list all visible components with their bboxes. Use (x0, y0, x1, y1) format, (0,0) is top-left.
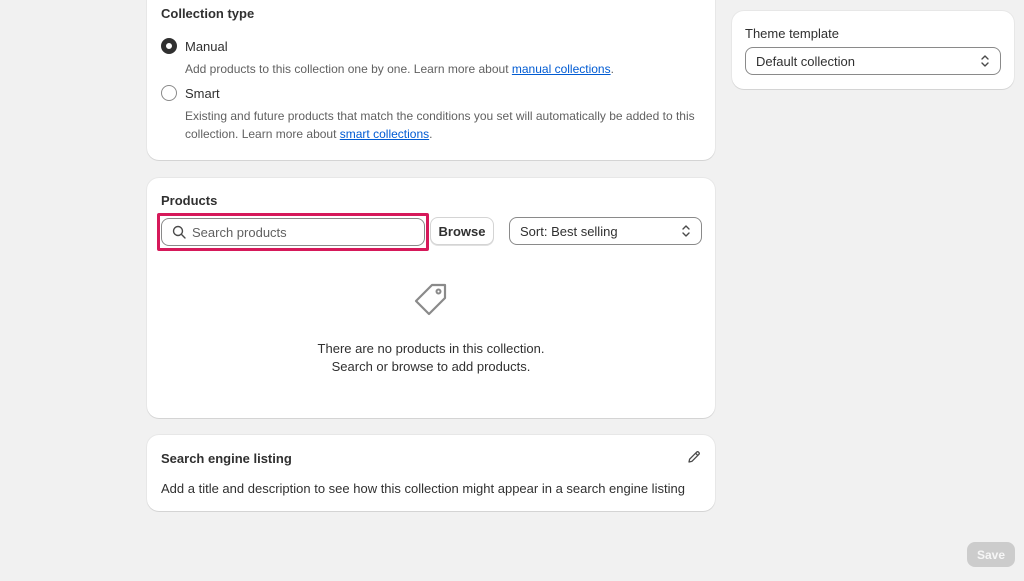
search-products-box[interactable] (161, 218, 425, 246)
smart-help-text: Existing and future products that match … (185, 107, 705, 143)
manual-help-prefix: Add products to this collection one by o… (185, 62, 512, 76)
tag-icon (414, 283, 447, 316)
search-engine-listing-card: Search engine listing Add a title and de… (147, 435, 715, 511)
pencil-icon[interactable] (687, 450, 701, 464)
theme-template-card: Theme template Default collection (732, 11, 1014, 89)
browse-button[interactable]: Browse (430, 217, 494, 245)
smart-help-suffix: . (429, 127, 433, 141)
seo-title: Search engine listing (161, 451, 292, 466)
sort-select[interactable]: Sort: Best selling (509, 217, 702, 245)
collection-type-title: Collection type (161, 6, 255, 21)
search-icon (172, 225, 186, 239)
radio-smart[interactable]: Smart (161, 85, 220, 101)
radio-manual[interactable]: Manual (161, 38, 228, 54)
radio-smart-label[interactable]: Smart (185, 86, 220, 101)
manual-help-suffix: . (610, 62, 614, 76)
save-button[interactable]: Save (967, 542, 1015, 567)
search-products-input[interactable] (192, 224, 412, 240)
empty-state-line2: Search or browse to add products. (331, 359, 531, 374)
smart-collections-link[interactable]: smart collections (340, 127, 429, 141)
radio-manual-label[interactable]: Manual (185, 39, 228, 54)
manual-collections-link[interactable]: manual collections (512, 62, 611, 76)
smart-help-prefix: Existing and future products that match … (185, 109, 695, 141)
empty-state-line1: There are no products in this collection… (317, 341, 545, 356)
theme-template-title: Theme template (745, 26, 839, 41)
products-title: Products (161, 193, 218, 208)
chevron-up-down-icon (682, 225, 690, 237)
sort-select-value: Sort: Best selling (520, 223, 618, 239)
chevron-up-down-icon (981, 55, 989, 67)
collection-type-card: Collection type Manual Add products to t… (147, 0, 715, 160)
theme-template-value: Default collection (756, 53, 855, 69)
seo-description: Add a title and description to see how t… (161, 481, 685, 496)
manual-help-text: Add products to this collection one by o… (185, 60, 705, 78)
products-card: Products Browse Sort: Best selling There… (147, 178, 715, 418)
theme-template-select[interactable]: Default collection (745, 47, 1001, 75)
radio-manual-control[interactable] (161, 38, 177, 54)
radio-smart-control[interactable] (161, 85, 177, 101)
